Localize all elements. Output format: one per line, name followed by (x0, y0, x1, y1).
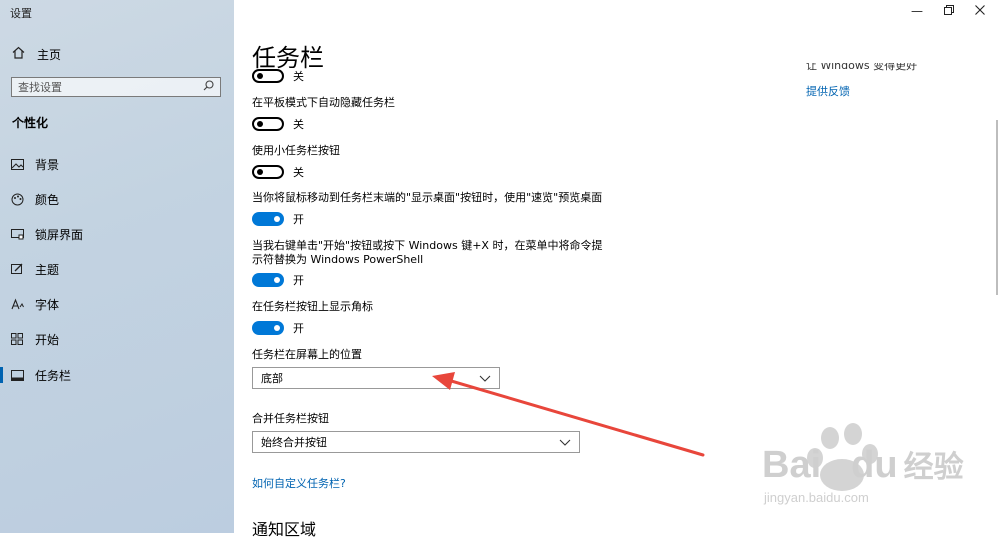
watermark-brand-cn: 经验 (903, 451, 964, 484)
watermark-brand-2: du (851, 444, 898, 486)
baidu-watermark: Bai du 经验 jingyan.baidu.com (700, 420, 964, 534)
watermark-url: jingyan.baidu.com (764, 490, 869, 505)
watermark-brand: Bai (762, 444, 822, 486)
